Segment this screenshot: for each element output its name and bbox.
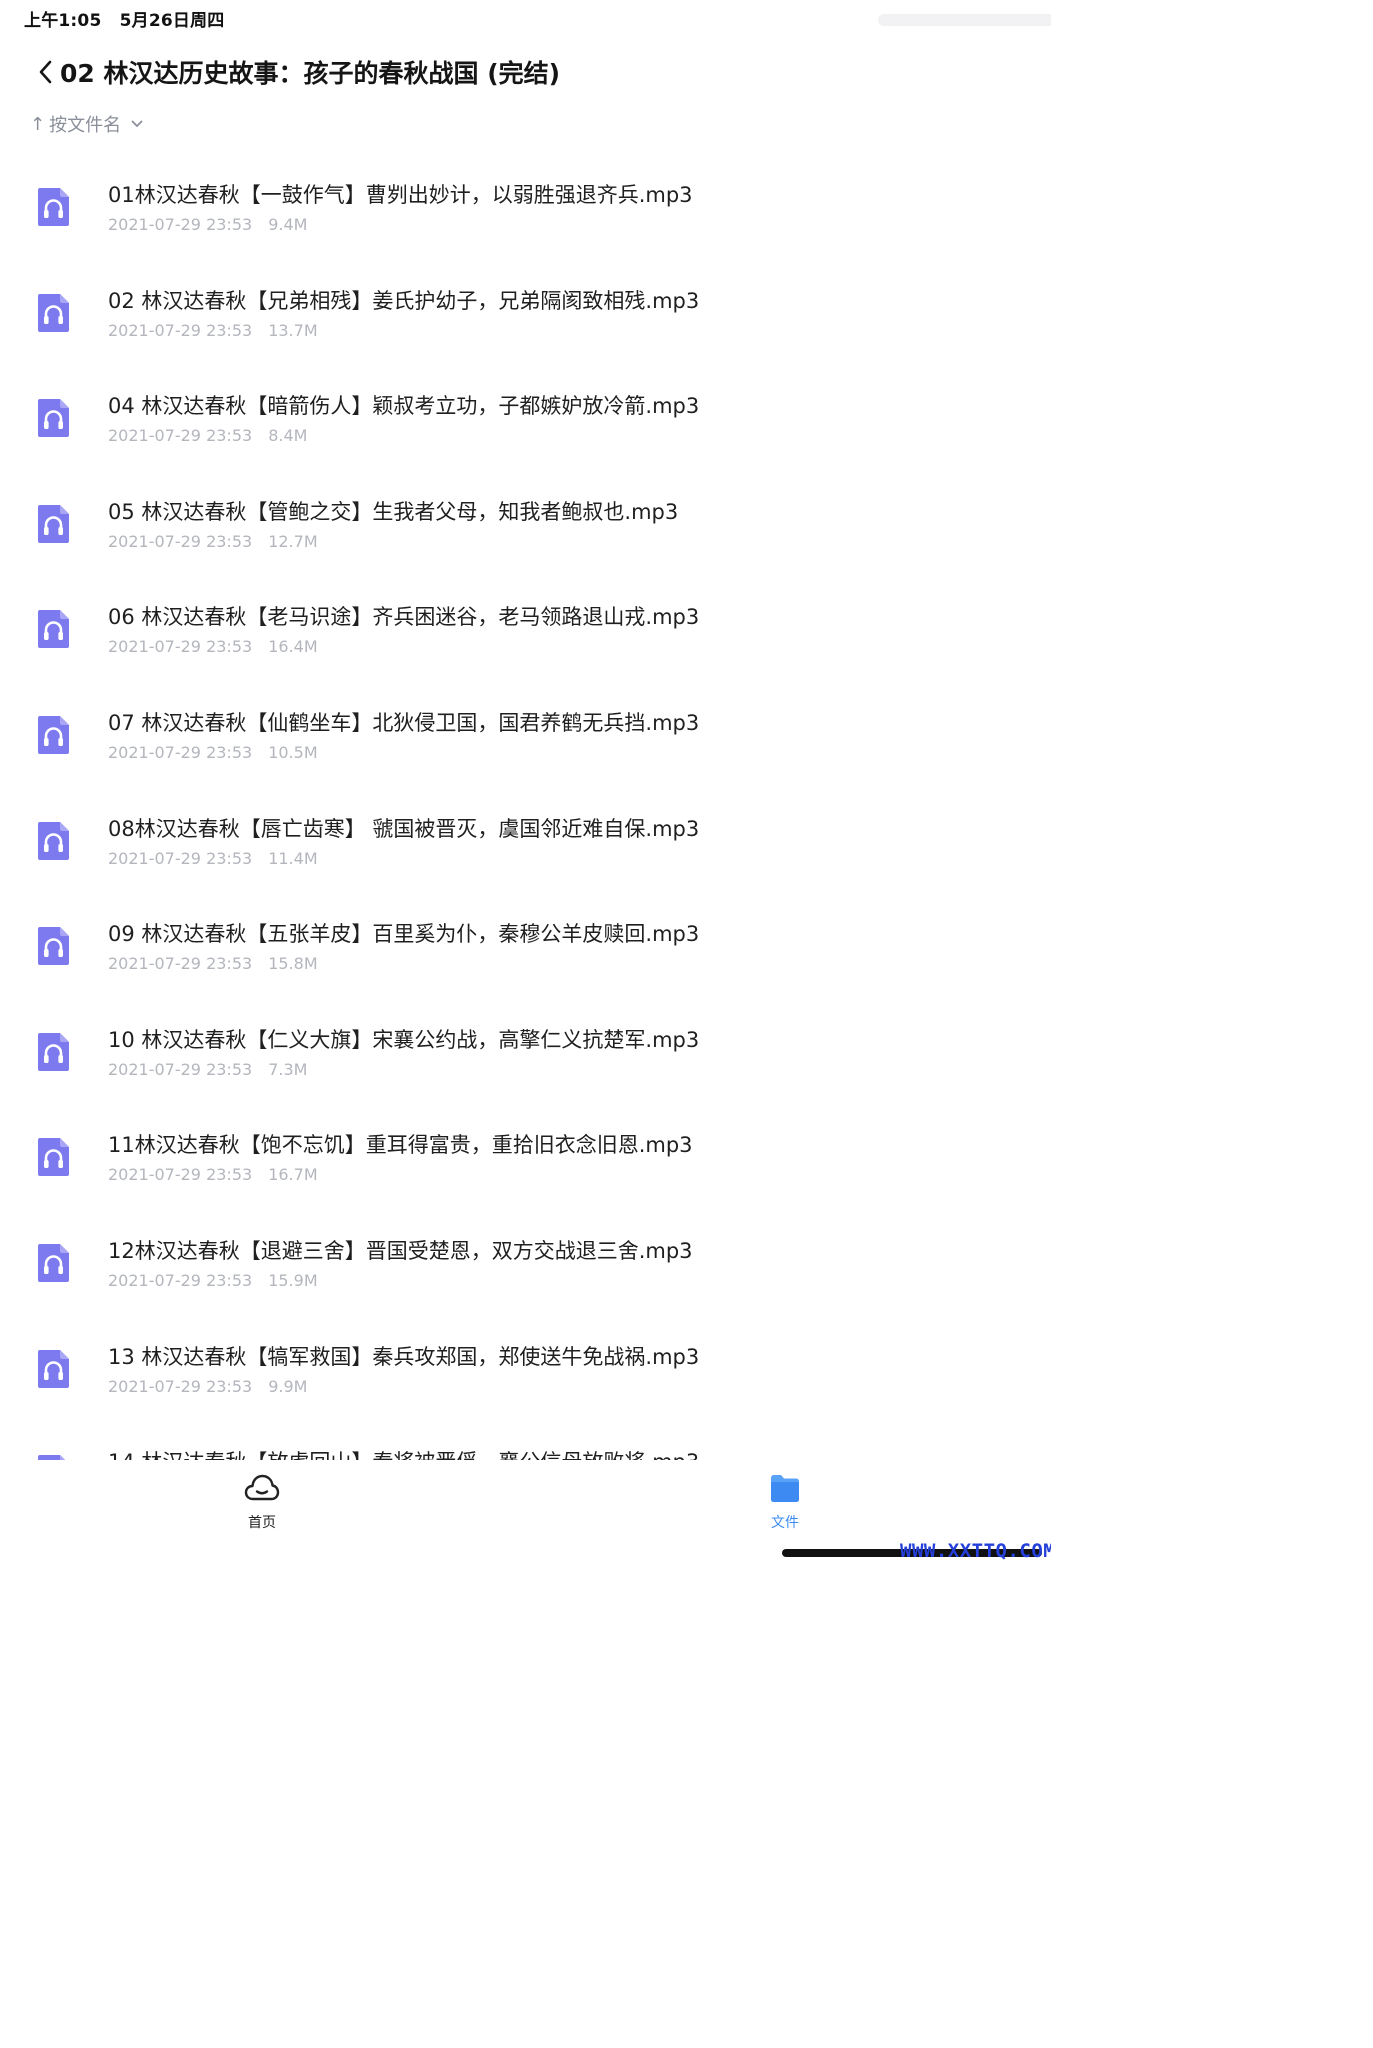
arrow-up-icon: ↑ (30, 113, 46, 135)
audio-file-icon (36, 503, 71, 545)
file-size: 10.5M (268, 742, 318, 762)
file-date: 2021-07-29 23:53 (108, 1059, 253, 1079)
file-name: 07 林汉达春秋【仙鹤坐车】北狄侵卫国，国君养鹤无兵挡.mp3 (108, 710, 700, 735)
audio-file-icon (36, 1453, 71, 1460)
file-date: 2021-07-29 23:53 (108, 742, 253, 762)
file-name: 06 林汉达春秋【老马识途】齐兵困迷谷，老马领路退山戎.mp3 (108, 605, 700, 630)
file-date: 2021-07-29 23:53 (108, 954, 253, 974)
file-list-item[interactable]: 01林汉达春秋【一鼓作气】曹刿出妙计，以弱胜强退齐兵.mp3 2021-07-29… (0, 158, 1051, 264)
cloud-icon (244, 1474, 280, 1501)
file-meta: 2021-07-29 23:53 9.4M (108, 215, 307, 234)
file-meta: 2021-07-29 23:53 16.4M (108, 637, 318, 656)
file-date: 2021-07-29 23:53 (108, 320, 253, 340)
status-date: 5月26日周四 (119, 11, 225, 31)
audio-file-icon (36, 186, 71, 228)
file-name: 05 林汉达春秋【管鲍之交】生我者父母，知我者鲍叔也.mp3 (108, 499, 679, 524)
file-size: 13.7M (268, 320, 318, 340)
file-list-item[interactable]: 11林汉达春秋【饱不忘饥】重耳得富贵，重拾旧衣念旧恩.mp3 2021-07-29… (0, 1108, 1051, 1214)
file-list[interactable]: 01林汉达春秋【一鼓作气】曹刿出妙计，以弱胜强退齐兵.mp3 2021-07-29… (0, 158, 1051, 1460)
page-title: 02 林汉达历史故事：孩子的春秋战国 (完结) (60, 59, 561, 88)
audio-file-icon (36, 292, 71, 334)
file-list-item[interactable]: 12林汉达春秋【退避三舍】晋国受楚恩，双方交战退三舍.mp3 2021-07-29… (0, 1214, 1051, 1320)
file-meta: 2021-07-29 23:53 15.8M (108, 954, 318, 973)
audio-file-icon (36, 925, 71, 967)
file-list-item[interactable]: 04 林汉达春秋【暗箭伤人】颖叔考立功，子都嫉妒放冷箭.mp3 2021-07-2… (0, 369, 1051, 475)
watermark-text: WWW.XXTTQ.COM (900, 1540, 1051, 1562)
file-date: 2021-07-29 23:53 (108, 531, 253, 551)
file-list-item[interactable]: 14 林汉达春秋【放虎回山】秦将被晋俘，襄公信母放败将.mp3 (0, 1425, 1051, 1460)
sort-label: 按文件名 (49, 115, 122, 136)
file-meta: 2021-07-29 23:53 7.3M (108, 1060, 307, 1079)
file-size: 7.3M (268, 1059, 308, 1079)
tab-files-label: 文件 (771, 1515, 799, 1531)
file-name: 14 林汉达春秋【放虎回山】秦将被晋俘，襄公信母放败将.mp3 (108, 1446, 699, 1460)
file-name: 01林汉达春秋【一鼓作气】曹刿出妙计，以弱胜强退齐兵.mp3 (108, 183, 693, 207)
file-list-item[interactable]: 06 林汉达春秋【老马识途】齐兵困迷谷，老马领路退山戎.mp3 2021-07-2… (0, 580, 1051, 686)
audio-file-icon (36, 608, 71, 650)
file-list-item[interactable]: 09 林汉达春秋【五张羊皮】百里奚为仆，秦穆公羊皮赎回.mp3 2021-07-2… (0, 897, 1051, 1003)
file-list-item[interactable]: 13 林汉达春秋【犒军救国】秦兵攻郑国，郑使送牛免战祸.mp3 2021-07-2… (0, 1320, 1051, 1426)
file-name: 08林汉达春秋【唇亡齿寒】 虢国被晋灭，虞国邻近难自保.mp3 (108, 816, 700, 841)
chevron-down-icon (131, 120, 143, 127)
file-size: 11.4M (268, 848, 318, 868)
chevron-left-icon (39, 60, 52, 84)
nav-header: 02 林汉达历史故事：孩子的春秋战国 (完结) (38, 54, 560, 90)
back-button[interactable] (38, 57, 60, 87)
file-size: 16.4M (268, 637, 318, 657)
app-window: 上午1:05 5月26日周四 02 林汉达历史故事：孩子的春秋战国 (完结) ↑… (0, 0, 1051, 1568)
file-date: 2021-07-29 23:53 (108, 637, 253, 657)
tab-home[interactable]: 首页 (217, 1472, 307, 1532)
tab-home-label: 首页 (248, 1515, 276, 1531)
file-meta: 2021-07-29 23:53 10.5M (108, 743, 318, 762)
file-name: 10 林汉达春秋【仁义大旗】宋襄公约战，高擎仁义抗楚军.mp3 (108, 1027, 700, 1052)
status-bar: 上午1:05 5月26日周四 (24, 6, 225, 31)
audio-file-icon (36, 397, 71, 439)
file-size: 9.9M (268, 1376, 308, 1396)
file-meta: 2021-07-29 23:53 13.7M (108, 321, 318, 340)
multitasking-indicator[interactable] (878, 14, 1051, 26)
audio-file-icon (36, 1031, 71, 1073)
file-date: 2021-07-29 23:53 (108, 426, 253, 446)
file-list-item[interactable]: 05 林汉达春秋【管鲍之交】生我者父母，知我者鲍叔也.mp3 2021-07-29… (0, 475, 1051, 581)
file-date: 2021-07-29 23:53 (108, 848, 253, 868)
audio-file-icon (36, 1136, 71, 1178)
file-meta: 2021-07-29 23:53 16.7M (108, 1165, 318, 1184)
file-meta: 2021-07-29 23:53 9.9M (108, 1377, 307, 1396)
file-name: 12林汉达春秋【退避三舍】晋国受楚恩，双方交战退三舍.mp3 (108, 1238, 693, 1263)
file-size: 16.7M (268, 1165, 318, 1185)
file-name: 13 林汉达春秋【犒军救国】秦兵攻郑国，郑使送牛免战祸.mp3 (108, 1344, 700, 1369)
file-name: 04 林汉达春秋【暗箭伤人】颖叔考立功，子都嫉妒放冷箭.mp3 (108, 394, 700, 419)
file-date: 2021-07-29 23:53 (108, 1270, 253, 1290)
audio-file-icon (36, 714, 71, 756)
file-date: 2021-07-29 23:53 (108, 1376, 253, 1396)
file-name: 02 林汉达春秋【兄弟相残】姜氏护幼子，兄弟隔阂致相残.mp3 (108, 288, 700, 313)
sort-control[interactable]: ↑ 按文件名 (30, 111, 143, 137)
file-size: 15.9M (268, 1270, 318, 1290)
file-list-item[interactable]: 08林汉达春秋【唇亡齿寒】 虢国被晋灭，虞国邻近难自保.mp3 2021-07-2… (0, 792, 1051, 898)
status-time: 上午1:05 (24, 11, 102, 31)
file-list-item[interactable]: 02 林汉达春秋【兄弟相残】姜氏护幼子，兄弟隔阂致相残.mp3 2021-07-2… (0, 264, 1051, 370)
audio-file-icon (36, 820, 71, 862)
file-size: 8.4M (268, 426, 308, 446)
file-date: 2021-07-29 23:53 (108, 1165, 253, 1185)
file-meta: 2021-07-29 23:53 15.9M (108, 1271, 318, 1290)
folder-icon (771, 1475, 799, 1502)
file-list-item[interactable]: 10 林汉达春秋【仁义大旗】宋襄公约战，高擎仁义抗楚军.mp3 2021-07-2… (0, 1003, 1051, 1109)
tab-files[interactable]: 文件 (740, 1472, 830, 1532)
audio-file-icon (36, 1348, 71, 1390)
file-name: 09 林汉达春秋【五张羊皮】百里奚为仆，秦穆公羊皮赎回.mp3 (108, 922, 700, 947)
file-size: 9.4M (268, 215, 308, 234)
file-meta: 2021-07-29 23:53 12.7M (108, 532, 318, 551)
file-list-item[interactable]: 07 林汉达春秋【仙鹤坐车】北狄侵卫国，国君养鹤无兵挡.mp3 2021-07-2… (0, 686, 1051, 792)
file-date: 2021-07-29 23:53 (108, 215, 253, 234)
audio-file-icon (36, 1242, 71, 1284)
file-size: 12.7M (268, 531, 318, 551)
file-name: 11林汉达春秋【饱不忘饥】重耳得富贵，重拾旧衣念旧恩.mp3 (108, 1133, 693, 1158)
file-meta: 2021-07-29 23:53 11.4M (108, 849, 318, 868)
file-meta: 2021-07-29 23:53 8.4M (108, 426, 307, 445)
file-size: 15.8M (268, 954, 318, 974)
